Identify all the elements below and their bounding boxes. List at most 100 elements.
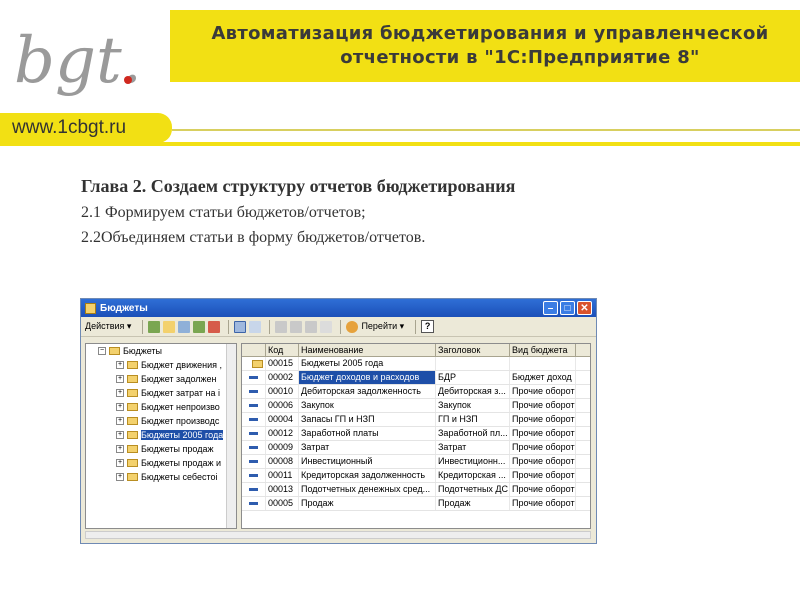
cell-title: Заработной пл... (436, 427, 510, 440)
tree-item[interactable]: + Бюджет затрат на і (86, 386, 236, 400)
horizontal-scrollbar[interactable] (85, 531, 591, 539)
table-row[interactable]: 00006 Закупок Закупок Прочие оборот (242, 399, 590, 413)
tree-item[interactable]: + Бюджет движения , (86, 358, 236, 372)
banner-line-2: отчетности в "1С:Предприятие 8" (340, 47, 700, 68)
tree-scrollbar[interactable] (226, 344, 236, 528)
table-row[interactable]: 00013 Подотчетных денежных сред... Подотче… (242, 483, 590, 497)
cell-code: 00002 (266, 371, 299, 384)
expand-icon[interactable]: + (116, 417, 124, 425)
cell-code: 00015 (266, 357, 299, 370)
column-header-kind[interactable]: Вид бюджета (510, 344, 576, 356)
tree-item[interactable]: + Бюджет непроизво (86, 400, 236, 414)
tree-item-label: Бюджет непроизво (141, 402, 220, 412)
goto-menu[interactable]: Перейти ▾ (361, 321, 404, 332)
cell-kind: Прочие оборот (512, 441, 576, 454)
cell-title: ГП и НЗП (436, 413, 510, 426)
header-divider (172, 129, 800, 131)
cell-name: Дебиторская задолженность (299, 385, 436, 398)
expand-icon[interactable]: + (116, 459, 124, 467)
column-header-code[interactable]: Код (266, 344, 299, 356)
tree-root[interactable]: − Бюджеты (86, 344, 236, 358)
hierarchy-icon[interactable] (234, 320, 247, 333)
filter-icon[interactable] (275, 320, 288, 333)
clear-filter-icon[interactable] (320, 320, 333, 333)
point-1: 2.1 Формируем статьи бюджетов/отчетов; (81, 204, 366, 221)
expand-icon[interactable]: + (116, 389, 124, 397)
cell-title: Закупок (436, 399, 510, 412)
expand-icon[interactable]: + (116, 375, 124, 383)
tree-item[interactable]: + Бюджет задолжен (86, 372, 236, 386)
minimize-icon[interactable]: – (543, 301, 558, 315)
tree-item[interactable]: + Бюджет производс (86, 414, 236, 428)
table-row[interactable]: 00008 Инвестиционный Инвестиционн... Прочие… (242, 455, 590, 469)
budgets-window: Бюджеты – □ ✕ Действия ▾ Перейти ▾ ? − Б… (80, 298, 597, 544)
edit-icon[interactable] (193, 320, 206, 333)
cell-code: 00004 (266, 413, 299, 426)
tree-item[interactable]: + Бюджеты себестоі (86, 470, 236, 484)
cell-title: Продаж (436, 497, 510, 510)
chapter-title: Глава 2. Создаем структуру отчетов бюдже… (81, 176, 516, 196)
cell-kind: Прочие оборот (512, 399, 576, 412)
up-level-icon[interactable] (249, 320, 262, 333)
column-header-name[interactable]: Наименование (299, 344, 436, 356)
cell-code: 00012 (266, 427, 299, 440)
cell-kind: Прочие оборот (512, 427, 576, 440)
tree-item[interactable]: + Бюджеты 2005 года (86, 428, 236, 442)
table-row[interactable]: 00005 Продаж Продаж Прочие оборот (242, 497, 590, 511)
table-row[interactable]: 00015 Бюджеты 2005 года (242, 357, 590, 371)
cell-name: Бюджет доходов и расходов (299, 371, 436, 384)
item-icon (242, 427, 266, 440)
toolbar-separator (142, 319, 144, 334)
add-folder-icon[interactable] (163, 320, 176, 333)
toolbar-separator (415, 319, 417, 334)
folder-icon (127, 375, 138, 383)
maximize-icon[interactable]: □ (560, 301, 575, 315)
banner-line-1: Автоматизация бюджетирования и управленч… (211, 23, 769, 44)
column-header-title[interactable]: Заголовок (436, 344, 510, 356)
expand-icon[interactable]: + (116, 431, 124, 439)
close-icon[interactable]: ✕ (577, 301, 592, 315)
refresh-icon[interactable] (346, 320, 359, 333)
cell-code: 00005 (266, 497, 299, 510)
filter-list-icon[interactable] (305, 320, 318, 333)
filter-value-icon[interactable] (290, 320, 303, 333)
cell-title: Инвестиционн... (436, 455, 510, 468)
collapse-icon[interactable]: − (98, 347, 106, 355)
table-row[interactable]: 00010 Дебиторская задолженность Дебиторска… (242, 385, 590, 399)
expand-icon[interactable]: + (116, 445, 124, 453)
window-titlebar[interactable]: Бюджеты – □ ✕ (81, 299, 596, 317)
add-icon[interactable] (148, 320, 161, 333)
cell-title (436, 357, 510, 370)
expand-icon[interactable]: + (116, 361, 124, 369)
tree-item[interactable]: + Бюджеты продаж и (86, 456, 236, 470)
delete-icon[interactable] (208, 320, 221, 333)
expand-icon[interactable]: + (116, 473, 124, 481)
site-url[interactable]: www.1cbgt.ru (0, 113, 172, 143)
cell-kind: Прочие оборот (512, 483, 576, 496)
expand-icon[interactable]: + (116, 403, 124, 411)
tree-item[interactable]: + Бюджеты продаж (86, 442, 236, 456)
cell-title: Затрат (436, 441, 510, 454)
folder-icon (127, 445, 138, 453)
cell-name: Продаж (299, 497, 436, 510)
item-icon (242, 371, 266, 384)
cell-code: 00009 (266, 441, 299, 454)
table-row[interactable]: 00004 Запасы ГП и НЗП ГП и НЗП Прочие оборо… (242, 413, 590, 427)
header-underline (0, 142, 800, 146)
tree-item-label: Бюджет движения , (141, 360, 223, 370)
actions-menu[interactable]: Действия ▾ (85, 321, 131, 332)
table-row[interactable]: 00012 Заработной платы Заработной пл... Про… (242, 427, 590, 441)
copy-icon[interactable] (178, 320, 191, 333)
cell-title: БДР (436, 371, 510, 384)
cell-kind: Бюджет доход (510, 371, 576, 384)
folder-icon (109, 347, 120, 355)
cell-kind (510, 357, 576, 370)
cell-title: Дебиторская з... (436, 385, 510, 398)
help-button[interactable]: ? (421, 320, 435, 333)
table-row[interactable]: 00011 Кредиторская задолженность Кредиторс… (242, 469, 590, 483)
table-row[interactable]: 00002 Бюджет доходов и расходов БДР Бюджет … (242, 371, 590, 385)
bgt-logo: bgt. (14, 24, 142, 98)
tree-item-label: Бюджет производс (141, 416, 220, 426)
table-row[interactable]: 00009 Затрат Затрат Прочие оборот (242, 441, 590, 455)
window-icon (85, 302, 96, 314)
